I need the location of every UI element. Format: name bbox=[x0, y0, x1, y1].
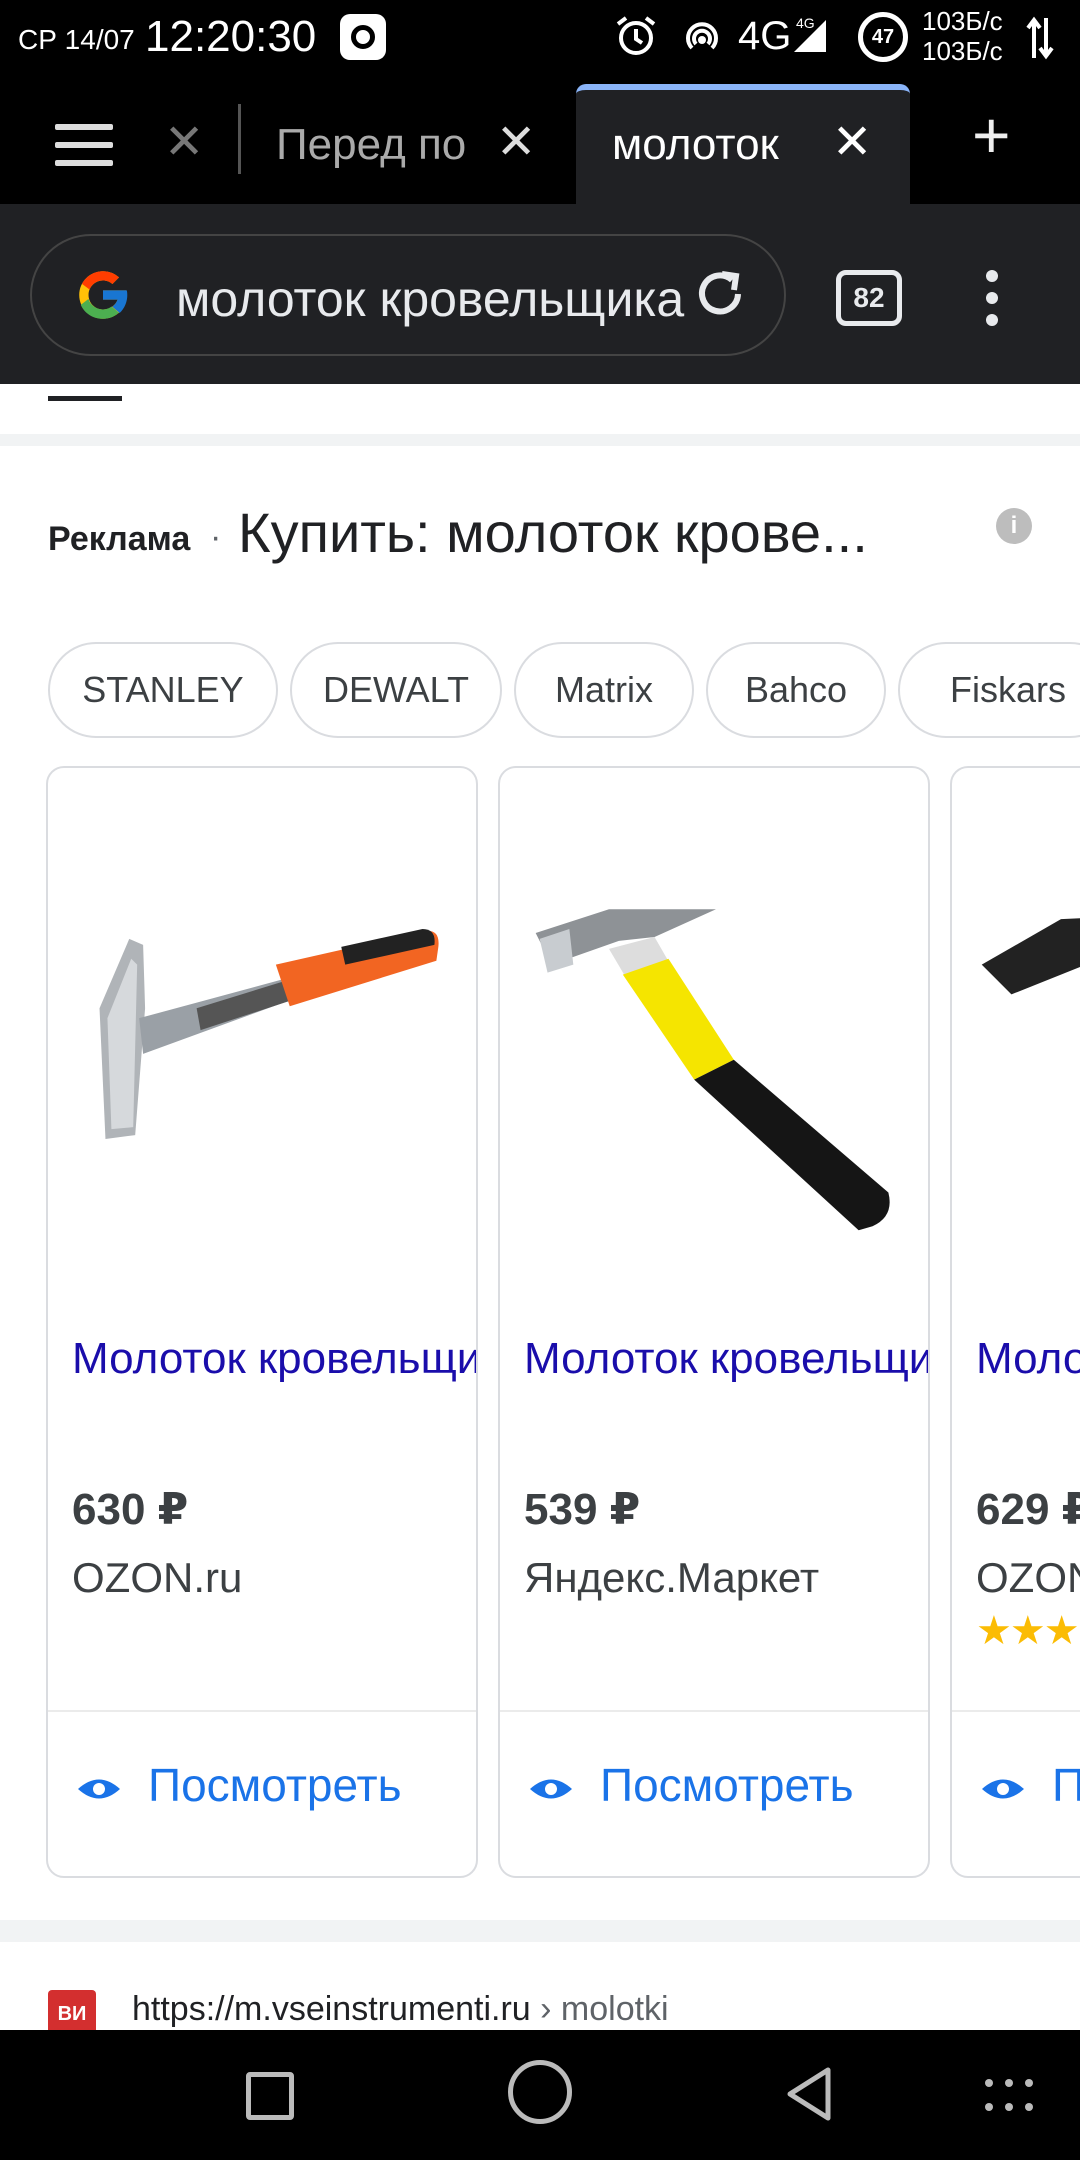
result-domain: https://m.vseinstrumenti.ru bbox=[132, 1990, 531, 2028]
rating-stars: ★★★★★ bbox=[976, 1609, 1080, 1653]
product-image bbox=[535, 909, 890, 1231]
view-button[interactable]: Посмотреть bbox=[528, 1758, 854, 1812]
ad-separator: · bbox=[210, 518, 222, 556]
signal-icon: 4G bbox=[794, 15, 826, 52]
speed-up: 103Б/с bbox=[922, 6, 1003, 36]
product-title[interactable]: Молоток кровельщика... bbox=[976, 1328, 1080, 1389]
product-price: 539 ₽ bbox=[524, 1485, 641, 1534]
status-date: СР 14/07 bbox=[18, 24, 135, 55]
tab-switcher-button[interactable]: 82 bbox=[836, 270, 902, 326]
info-icon[interactable]: i bbox=[996, 508, 1032, 544]
tab-close-icon[interactable]: ✕ bbox=[496, 114, 536, 170]
data-transfer-icon bbox=[1026, 16, 1054, 60]
tab-label: Перед по bbox=[276, 120, 467, 169]
tab-2[interactable]: Перед по ✕ bbox=[258, 84, 558, 204]
result-breadcrumb: › molotki bbox=[530, 1990, 669, 2028]
navigation-bar bbox=[0, 2030, 1080, 2160]
toolbar: молоток кровельщика bbox=[0, 204, 1080, 384]
card-divider bbox=[500, 1710, 928, 1712]
brand-chip[interactable]: DEWALT bbox=[290, 642, 502, 738]
product-card[interactable]: Молоток кровельщика... 629 ₽ OZON.ru ★★★… bbox=[950, 766, 1080, 1878]
tab-close-icon[interactable]: ✕ bbox=[164, 114, 204, 170]
search-results: Реклама · Купить: молоток крове... i STA… bbox=[0, 384, 1080, 2030]
ad-label: Реклама bbox=[48, 520, 191, 558]
divider bbox=[0, 1920, 1080, 1942]
recent-apps-button[interactable] bbox=[246, 2072, 294, 2120]
product-card[interactable]: Молоток кровельщика... 539 ₽ Яндекс.Марк… bbox=[498, 766, 930, 1878]
network-small-label: 4G bbox=[796, 15, 815, 31]
address-bar[interactable]: молоток кровельщика bbox=[30, 234, 786, 356]
home-button[interactable] bbox=[508, 2060, 572, 2124]
divider bbox=[0, 434, 1080, 446]
view-label: Посмотреть bbox=[1052, 1759, 1080, 1811]
status-time: 12:20:30 bbox=[145, 12, 317, 61]
product-image bbox=[99, 929, 439, 1140]
product-price: 629 ₽ bbox=[976, 1485, 1080, 1534]
hotspot-icon bbox=[686, 22, 718, 50]
back-button[interactable] bbox=[780, 2064, 840, 2124]
ad-title: Купить: молоток крове... bbox=[238, 501, 868, 564]
brand-chip[interactable]: Fiskars bbox=[898, 642, 1080, 738]
site-favicon: ВИ bbox=[48, 1990, 96, 2030]
reload-icon[interactable] bbox=[692, 264, 748, 324]
view-label: Посмотреть bbox=[148, 1759, 402, 1811]
eye-icon bbox=[982, 1779, 1024, 1799]
eye-icon bbox=[530, 1779, 572, 1799]
tab-label: молоток bbox=[612, 120, 779, 169]
speed-down: 103Б/с bbox=[922, 36, 1003, 66]
brand-chip[interactable]: Bahco bbox=[706, 642, 886, 738]
product-title[interactable]: Молоток кровельщика... bbox=[524, 1328, 928, 1389]
brand-chip[interactable]: STANLEY bbox=[48, 642, 278, 738]
view-button[interactable]: Посмотреть bbox=[980, 1758, 1080, 1812]
brand-chip[interactable]: Matrix bbox=[514, 642, 694, 738]
screen: СР 14/07 12:20:30 4G 4G 47 103Б/с 103Б/с bbox=[0, 0, 1080, 2160]
battery-indicator: 47 bbox=[858, 12, 908, 62]
search-tab-indicator bbox=[48, 396, 122, 401]
more-apps-icon[interactable] bbox=[984, 2078, 1034, 2112]
product-card[interactable]: Молоток кровельщика... 630 ₽ OZON.ru Пос… bbox=[46, 766, 478, 1878]
card-divider bbox=[952, 1710, 1080, 1712]
product-merchant: OZON.ru bbox=[72, 1554, 243, 1601]
alarm-icon bbox=[616, 16, 656, 55]
screen-record-icon bbox=[340, 14, 386, 60]
new-tab-button[interactable]: + bbox=[972, 102, 1011, 168]
product-price: 630 ₽ bbox=[72, 1485, 189, 1534]
google-logo-icon bbox=[79, 271, 129, 319]
product-image bbox=[981, 918, 1080, 995]
card-divider bbox=[48, 1710, 476, 1712]
product-merchant: OZON.ru bbox=[976, 1554, 1080, 1601]
tab-active[interactable]: молоток ✕ bbox=[576, 84, 910, 204]
network-speed: 103Б/с 103Б/с bbox=[922, 6, 1003, 66]
status-bar: СР 14/07 12:20:30 4G 4G 47 103Б/с 103Б/с bbox=[0, 0, 1080, 76]
view-button[interactable]: Посмотреть bbox=[76, 1758, 402, 1812]
tab-close-icon[interactable]: ✕ bbox=[832, 114, 872, 170]
more-options-icon[interactable] bbox=[986, 270, 1000, 330]
tab-strip: ✕ Перед по ✕ молоток ✕ + bbox=[0, 76, 1080, 204]
menu-icon[interactable] bbox=[55, 124, 113, 168]
eye-icon bbox=[78, 1779, 120, 1799]
view-label: Посмотреть bbox=[600, 1759, 854, 1811]
tab-divider bbox=[238, 104, 241, 174]
address-text[interactable]: молоток кровельщика bbox=[176, 270, 692, 328]
product-title[interactable]: Молоток кровельщика... bbox=[72, 1328, 476, 1389]
product-merchant: Яндекс.Маркет bbox=[524, 1554, 820, 1601]
tab-1[interactable]: ✕ bbox=[150, 84, 236, 204]
network-type: 4G bbox=[738, 14, 792, 58]
result-url[interactable]: https://m.vseinstrumenti.ru › molotki bbox=[132, 1990, 669, 2029]
